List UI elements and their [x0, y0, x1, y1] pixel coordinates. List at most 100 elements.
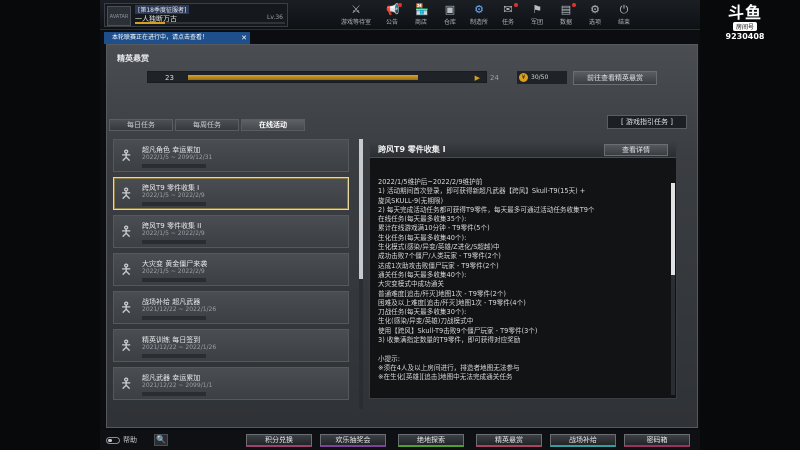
bottom-button-3[interactable]: 绝地探索 [398, 434, 464, 447]
elite-progress-bar: 23 ▶ 24 [147, 71, 499, 83]
menu-item-factory[interactable]: ⚙ 制造所 [466, 2, 492, 29]
event-list-item[interactable]: 🯅 大灾变 黄金僵尸来袭 2022/1/5 ~ 2022/2/9 [113, 253, 349, 286]
event-progress-bar [142, 202, 206, 206]
event-list-item[interactable]: 🯅 跨风T9 零件收集 II 2022/1/5 ~ 2022/2/9 [113, 215, 349, 248]
arrow-right-icon: ▶ [474, 74, 480, 82]
menu-item-mission[interactable]: ✉ 任务 [495, 2, 521, 29]
event-date: 2021/12/22 ~ 2022/1/26 [142, 344, 217, 351]
event-detail: 跨风T9 零件收集 I 查看详情 2022/1/5维护后~2022/2/9维护前… [369, 141, 677, 399]
menu-item-shop[interactable]: 🏪 商店 [408, 2, 434, 29]
event-list: 🯅 超凡角色 幸运累加 2022/1/5 ~ 2099/12/31 🯅 跨风T9 零件收… [113, 139, 357, 407]
panel-title: 精英悬赏 [117, 54, 149, 63]
event-list-item[interactable]: 🯅 精英训练 每日签到 2021/12/22 ~ 2022/1/26 [113, 329, 349, 362]
soldier-icon: 🯅 [120, 300, 133, 316]
swords-icon: ⚔ [351, 3, 361, 16]
close-icon[interactable]: ✕ [241, 32, 247, 44]
menu-item-label: 仓库 [443, 19, 456, 26]
bounty-coins: ¥ 30/50 [517, 71, 567, 84]
megaphone-icon: 📢 [386, 3, 400, 16]
soldier-icon: 🯅 [120, 148, 133, 164]
goto-elite-bounty-button[interactable]: 前往查看精英悬赏 [573, 71, 657, 85]
progress-current: 23 [165, 74, 174, 82]
main-menu: ⚔ 游戏等待室 📢 公告 🏪 商店 ▣ 仓库 ⚙ 制造所 ✉ 任务 ⚑ 军团 ▤ 数据 ⚙ 选项 ⏻ 结束 [336, 2, 640, 29]
detail-line: ※在生化[英雄][追击]地图中无法完成通关任务 [378, 373, 513, 382]
soldier-icon: 🯅 [120, 376, 133, 392]
detail-line: 生化任务(每天最多收集40个): [378, 233, 467, 242]
menu-item-label: 公告 [385, 19, 398, 26]
event-list-item[interactable]: 🯅 战场补给 超凡武器 2021/12/22 ~ 2022/1/26 [113, 291, 349, 324]
detail-text: 2022/1/5维护后~2022/2/9维护前 1) 活动期间首次登录，即可获得新… [378, 178, 668, 396]
bottom-button-5[interactable]: 战场补给 [550, 434, 616, 447]
search-icon[interactable]: 🔍 [154, 434, 168, 446]
menu-item-megaphone[interactable]: 📢 公告 [379, 2, 405, 29]
event-progress-bar [142, 240, 206, 244]
room-label: 房间号 [732, 22, 757, 31]
menu-item-label: 数据 [559, 19, 572, 26]
event-progress-bar [142, 354, 206, 358]
mission-icon: ✉ [503, 3, 513, 16]
menu-item-power[interactable]: ⏻ 结束 [611, 2, 637, 29]
tab-weekly[interactable]: 每周任务 [175, 119, 239, 131]
event-progress-bar [142, 316, 206, 320]
tab-daily[interactable]: 每日任务 [109, 119, 173, 131]
bottom-button-2[interactable]: 欢乐抽奖会 [320, 434, 386, 447]
soldier-icon: 🯅 [120, 186, 133, 202]
shop-icon: 🏪 [415, 3, 429, 16]
progress-fill [188, 75, 418, 80]
event-list-item[interactable]: 🯅 跨风T9 零件收集 I 2022/1/5 ~ 2022/2/9 [113, 177, 349, 210]
detail-line: 2) 每天完成活动任务都可获得T9零件，每天最多可通过活动任务收集T9个 [378, 205, 595, 214]
bottom-button-1[interactable]: 积分兑换 [246, 434, 312, 447]
scroll-thumb[interactable] [359, 139, 363, 279]
detail-line: 普通难度[追击/歼灭]地图1次 - T9零件(2个) [378, 289, 507, 298]
detail-line: ※须在4人及以上房间进行，排造者地图无法参与 [378, 363, 520, 372]
warehouse-icon: ▣ [444, 3, 456, 16]
league-ticker[interactable]: 本轮联赛正在进行中，请点击查看！ ✕ [104, 32, 250, 44]
player-profile[interactable]: AVATAR [第18季度征服者] 一人独断万古 Lv.36 [104, 3, 288, 27]
stream-watermark: 斗鱼 房间号 9230408 [720, 4, 770, 42]
coin-count: 30/50 [531, 74, 549, 81]
game-guide-button[interactable]: [ 游戏指引任务 ] [607, 115, 687, 129]
event-progress-bar [142, 392, 206, 396]
detail-line: 生化(感染/异变/英雄)刀战模式中 [378, 317, 474, 326]
mission-panel: 精英悬赏 23 ▶ 24 ¥ 30/50 前往查看精英悬赏 每日任务 每周任务 … [106, 44, 698, 428]
event-list-item[interactable]: 🯅 超凡角色 幸运累加 2022/1/5 ~ 2099/12/31 [113, 139, 349, 172]
progress-max: 24 [490, 74, 499, 82]
bottom-button-6[interactable]: 密码箱 [624, 434, 690, 447]
mission-tabs: 每日任务 每周任务 在线活动 [107, 119, 305, 133]
scroll-thumb[interactable] [671, 183, 675, 275]
view-details-button[interactable]: 查看详情 [604, 144, 668, 156]
bottom-bar: 帮助 🔍 积分兑换 欢乐抽奖会 绝地探索 精英悬赏 战场补给 密码箱 [100, 430, 700, 450]
menu-item-swords[interactable]: ⚔ 游戏等待室 [336, 2, 376, 29]
menu-item-options[interactable]: ⚙ 选项 [582, 2, 608, 29]
event-list-scrollbar[interactable] [359, 139, 363, 409]
letterbox-right [700, 0, 800, 450]
menu-item-label: 制造所 [469, 19, 488, 26]
experience-bar [135, 22, 285, 24]
detail-scrollbar[interactable] [671, 183, 675, 395]
event-date: 2022/1/5 ~ 2022/2/9 [142, 230, 205, 237]
tab-online-events[interactable]: 在线活动 [241, 119, 305, 131]
menu-item-data[interactable]: ▤ 数据 [553, 2, 579, 29]
menu-item-label: 任务 [501, 19, 514, 26]
menu-item-label: 游戏等待室 [340, 19, 371, 26]
menu-item-warehouse[interactable]: ▣ 仓库 [437, 2, 463, 29]
menu-item-label: 结束 [617, 19, 630, 26]
detail-line: 累计在线游戏满10分钟 - T9零件(5个) [378, 224, 490, 233]
event-list-item[interactable]: 🯅 超凡武器 幸运累加 2021/12/22 ~ 2099/1/1 [113, 367, 349, 400]
toggle-icon[interactable] [106, 436, 120, 444]
menu-item-clan[interactable]: ⚑ 军团 [524, 2, 550, 29]
bottom-button-4[interactable]: 精英悬赏 [476, 434, 542, 447]
event-date: 2022/1/5 ~ 2022/2/9 [142, 192, 205, 199]
event-progress-bar [142, 278, 206, 282]
detail-line: 达成1次助攻击败僵尸玩家 - T9零件(2个) [378, 261, 499, 270]
soldier-icon: 🯅 [120, 338, 133, 354]
rank-badge: [第18季度征服者] [135, 5, 190, 14]
help-toggle[interactable]: 帮助 [106, 434, 137, 446]
detail-line [378, 345, 668, 354]
detail-title: 跨风T9 零件收集 I [378, 145, 446, 154]
event-progress-bar [142, 164, 206, 168]
coin-icon: ¥ [519, 73, 528, 82]
detail-line: 1) 活动期间首次登录，即可获得新超凡武器【跨风】Skull-T9(15天) + [378, 187, 586, 196]
event-date: 2021/12/22 ~ 2022/1/26 [142, 306, 217, 313]
menu-item-label: 选项 [588, 19, 601, 26]
